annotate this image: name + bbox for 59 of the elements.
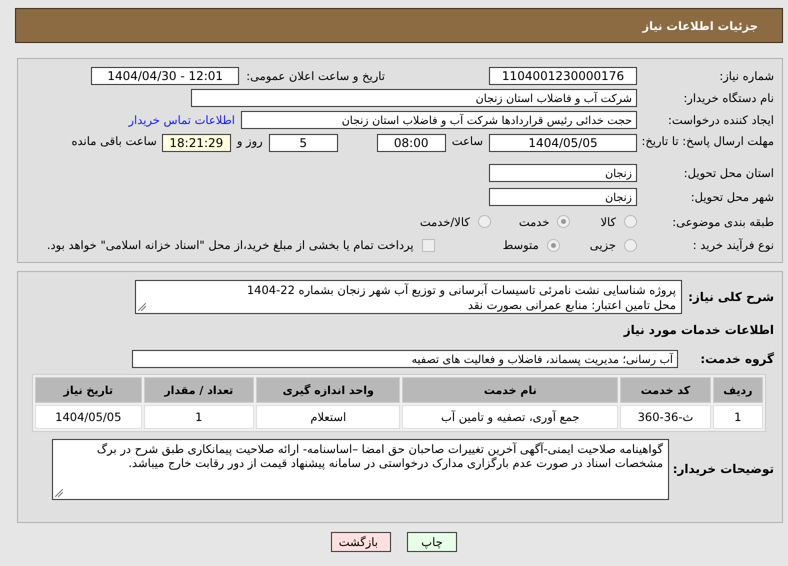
checkbox-label: پرداخت تمام یا بخشی از مبلغ خرید،از محل "اسناد خزانه اسلامی" خواهد بود. bbox=[46, 238, 414, 252]
deadline-date-field[interactable]: 1404/05/05 bbox=[489, 134, 637, 152]
radio-label: کالا bbox=[600, 214, 616, 228]
field-label: استان محل تحویل: bbox=[682, 166, 775, 180]
field-label: ساعت bbox=[452, 134, 483, 148]
table-cell: ث-36-360 bbox=[620, 405, 711, 429]
field-label: مهلت ارسال پاسخ: تا تاریخ: bbox=[640, 134, 775, 148]
column-header: کد خدمت bbox=[620, 377, 711, 403]
remaining-time-field[interactable]: 18:21:29 bbox=[162, 134, 231, 152]
back-button[interactable]: بازگشت bbox=[331, 532, 391, 552]
field-label: نام دستگاه خریدار: bbox=[682, 91, 775, 105]
radio-button[interactable] bbox=[478, 215, 491, 228]
column-header: تعداد / مقدار bbox=[144, 377, 254, 403]
field-label: شماره نیاز: bbox=[718, 69, 775, 83]
buyer-contact-link[interactable]: اطلاعات تماس خریدار bbox=[128, 113, 235, 127]
print-button[interactable]: چاپ bbox=[407, 532, 457, 552]
field-label: ساعت باقی مانده bbox=[72, 134, 157, 148]
notes-field[interactable]: گواهینامه صلاحیت ایمنی-آگهی آخرین تغییرات صاحبان حق امضا –اساسنامه- ارائه صلاحیت پیمانکاری طبق شرح در برگ مشخصات اسناد در صورت عدم بارگزاری مدارک درخواستی در سامانه پیشنهاد قیمت از دور رقابت خارج میباشد. bbox=[52, 438, 669, 500]
field-label: شرح کلی نیاز: bbox=[687, 290, 775, 304]
radio-label: جزیی bbox=[590, 238, 616, 252]
field-label: نوع فرآیند خرید : bbox=[692, 238, 775, 252]
radio-button[interactable] bbox=[624, 238, 637, 252]
resize-grip-icon[interactable] bbox=[138, 303, 146, 311]
table-cell: 1 bbox=[144, 405, 254, 429]
table-cell: جمع آوری، تصفیه و تامین آب bbox=[402, 405, 618, 429]
checkbox[interactable] bbox=[422, 238, 435, 252]
announce-date-field[interactable]: 1404/04/30 - 12:01 bbox=[91, 67, 240, 85]
field-label: ایجاد کننده درخواست: bbox=[667, 113, 775, 127]
field-label: توضیحات خریدار: bbox=[672, 462, 775, 476]
radio-label: متوسط bbox=[502, 238, 539, 252]
column-header: نام خدمت bbox=[402, 377, 618, 403]
table-cell: 1404/05/05 bbox=[35, 405, 142, 429]
buyer-field[interactable]: شرکت آب و فاضلاب استان زنجان bbox=[191, 89, 637, 107]
need-number-field[interactable]: 1104001230000176 bbox=[489, 67, 637, 85]
resize-grip-icon[interactable] bbox=[55, 488, 63, 496]
field-label: روز و bbox=[236, 134, 263, 148]
page-title: جزئیات اطلاعات نیاز bbox=[642, 18, 758, 32]
radio-label: کالا/خدمت bbox=[420, 214, 470, 228]
column-header: تاریخ نیاز bbox=[35, 377, 142, 403]
province-field[interactable]: زنجان bbox=[489, 164, 637, 182]
section-heading: اطلاعات خدمات مورد نیاز bbox=[624, 323, 775, 337]
column-header: واحد اندازه گیری bbox=[256, 377, 400, 403]
field-label: طبقه بندی موضوعی: bbox=[671, 214, 775, 228]
radio-button[interactable] bbox=[546, 238, 560, 252]
radio-button[interactable] bbox=[557, 215, 570, 228]
radio-button[interactable] bbox=[624, 215, 637, 228]
summary-field[interactable]: پروژه شناسایی نشت نامرئی تاسیسات آبرسانی و توزیع آب شهر زنجان بشماره 22-1404 محل تامین اعتبار: منابع عمرانی بصورت نقد bbox=[135, 280, 682, 314]
column-header: ردیف bbox=[712, 377, 763, 403]
field-label: شهر محل تحویل: bbox=[690, 190, 775, 204]
field-label: تاریخ و ساعت اعلان عمومی: bbox=[246, 69, 385, 83]
radio-label: خدمت bbox=[518, 214, 550, 228]
creator-field[interactable]: حجت خدائی رئیس قراردادها شرکت آب و فاضلاب استان زنجان bbox=[241, 111, 637, 129]
table-cell: 1 bbox=[712, 405, 763, 429]
city-field[interactable]: زنجان bbox=[489, 188, 637, 206]
table-cell: استعلام bbox=[256, 405, 400, 429]
days-field[interactable]: 5 bbox=[268, 134, 338, 152]
field-label: گروه خدمت: bbox=[699, 352, 775, 366]
deadline-time-field[interactable]: 08:00 bbox=[376, 134, 446, 152]
service-group-field[interactable]: آب رسانی؛ مدیریت پسماند، فاضلاب و فعالیت های تصفیه bbox=[132, 350, 678, 368]
